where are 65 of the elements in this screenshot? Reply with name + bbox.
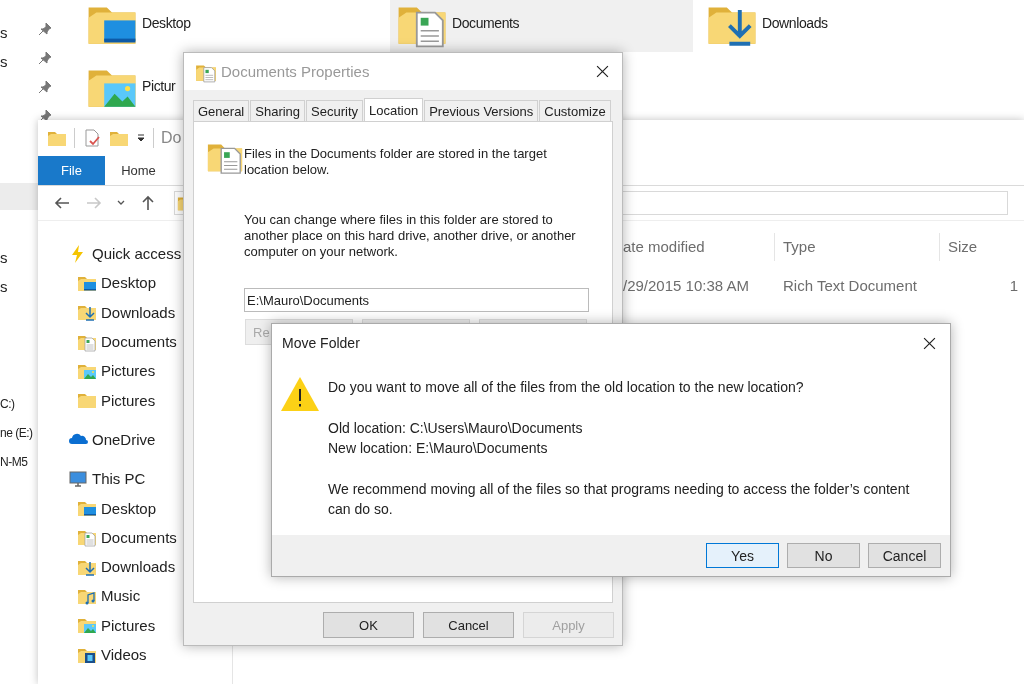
pin-icon[interactable]: [38, 109, 52, 123]
recommendation-text: We recommend moving all of the files so that programs needing to access the folder’s content can do so.: [328, 479, 911, 519]
folder-tile[interactable]: Downloads: [700, 0, 828, 52]
dialog-title: Move Folder: [282, 335, 361, 351]
nav-item[interactable]: Pictures: [38, 385, 156, 415]
folder-tile[interactable]: Desktop: [80, 0, 191, 52]
table-cell-text: Rich Text Document: [782, 276, 918, 294]
dialog-title: Documents Properties: [221, 63, 371, 80]
toolbar-strip: [0, 183, 40, 210]
nav-item-text: N-M5: [0, 454, 29, 471]
dialog-button[interactable]: Cancel: [868, 543, 941, 568]
nav-item[interactable]: Desktop: [38, 268, 157, 298]
nav-item-text: s: [0, 248, 8, 268]
pin-icon[interactable]: [38, 51, 52, 65]
window-title: Do: [161, 129, 182, 147]
nav-item[interactable]: Documents: [38, 522, 177, 552]
column-header[interactable]: Type: [774, 233, 939, 261]
tab[interactable]: Sharing: [250, 100, 306, 121]
nav-item-text: s: [0, 52, 8, 72]
nav-item[interactable]: OneDrive: [38, 424, 156, 455]
tab[interactable]: Location: [364, 98, 424, 122]
tab[interactable]: Customize: [539, 100, 611, 121]
column-header[interactable]: Size: [939, 233, 1024, 261]
nav-item-text: s: [0, 277, 8, 297]
nav-item[interactable]: Downloads: [38, 297, 176, 327]
dialog-button[interactable]: Yes: [706, 543, 779, 568]
nav-item[interactable]: This PC: [38, 464, 146, 494]
pin-icon[interactable]: [38, 22, 52, 36]
folder-tile[interactable]: Documents: [390, 0, 693, 52]
nav-item[interactable]: Documents: [38, 326, 177, 357]
tab[interactable]: General: [193, 100, 250, 121]
nav-item[interactable]: Quick access: [38, 239, 182, 269]
document-check-icon[interactable]: [82, 128, 102, 148]
nav-item-text: ne (E:): [0, 425, 33, 442]
tab[interactable]: Security: [306, 100, 364, 121]
pin-icon[interactable]: [38, 80, 52, 94]
column-header[interactable]: ate modified: [621, 233, 774, 261]
folder-tile[interactable]: Pictur: [80, 57, 176, 115]
path-field[interactable]: E:\Mauro\Documents: [244, 288, 589, 312]
table-cell-text: 1: [1008, 276, 1019, 294]
nav-item[interactable]: Pictures: [38, 356, 156, 386]
ribbon-tab[interactable]: File: [38, 156, 105, 185]
nav-item[interactable]: Desktop: [38, 493, 157, 523]
caret-icon[interactable]: [136, 133, 146, 143]
nav-item-text: s: [0, 23, 8, 43]
question-text: Do you want to move all of the files from the old location to the new location?: [328, 378, 805, 397]
warning-icon: [280, 376, 320, 412]
nav-item[interactable]: Music: [38, 581, 141, 611]
dialog-button[interactable]: OK: [323, 612, 414, 638]
tab[interactable]: Previous Versions: [424, 100, 539, 121]
dialog-button[interactable]: No: [787, 543, 860, 568]
old-location-text: Old location: C:\Users\Mauro\Documents: [328, 418, 584, 438]
table-cell-text: /29/2015 10:38 AM: [622, 276, 750, 294]
ribbon-tab[interactable]: Home: [105, 156, 172, 185]
nav-item[interactable]: Videos: [38, 639, 147, 670]
computer-icon: [68, 468, 88, 489]
close-icon: [595, 65, 609, 78]
intro-text: Files in the Documents folder are stored in the target location below.: [244, 145, 548, 178]
nav-item[interactable]: Downloads: [38, 551, 176, 582]
nav-item[interactable]: Pictures: [38, 610, 156, 640]
dialog-button[interactable]: Cancel: [423, 612, 514, 638]
nav-item-text: C:): [0, 396, 16, 413]
explanation-text: You can change where files in this folder are stored to another place on this hard drive, another drive, or another computer on your network.: [244, 212, 577, 260]
new-location-text: New location: E:\Mauro\Documents: [328, 439, 549, 458]
close-icon: [922, 336, 936, 350]
